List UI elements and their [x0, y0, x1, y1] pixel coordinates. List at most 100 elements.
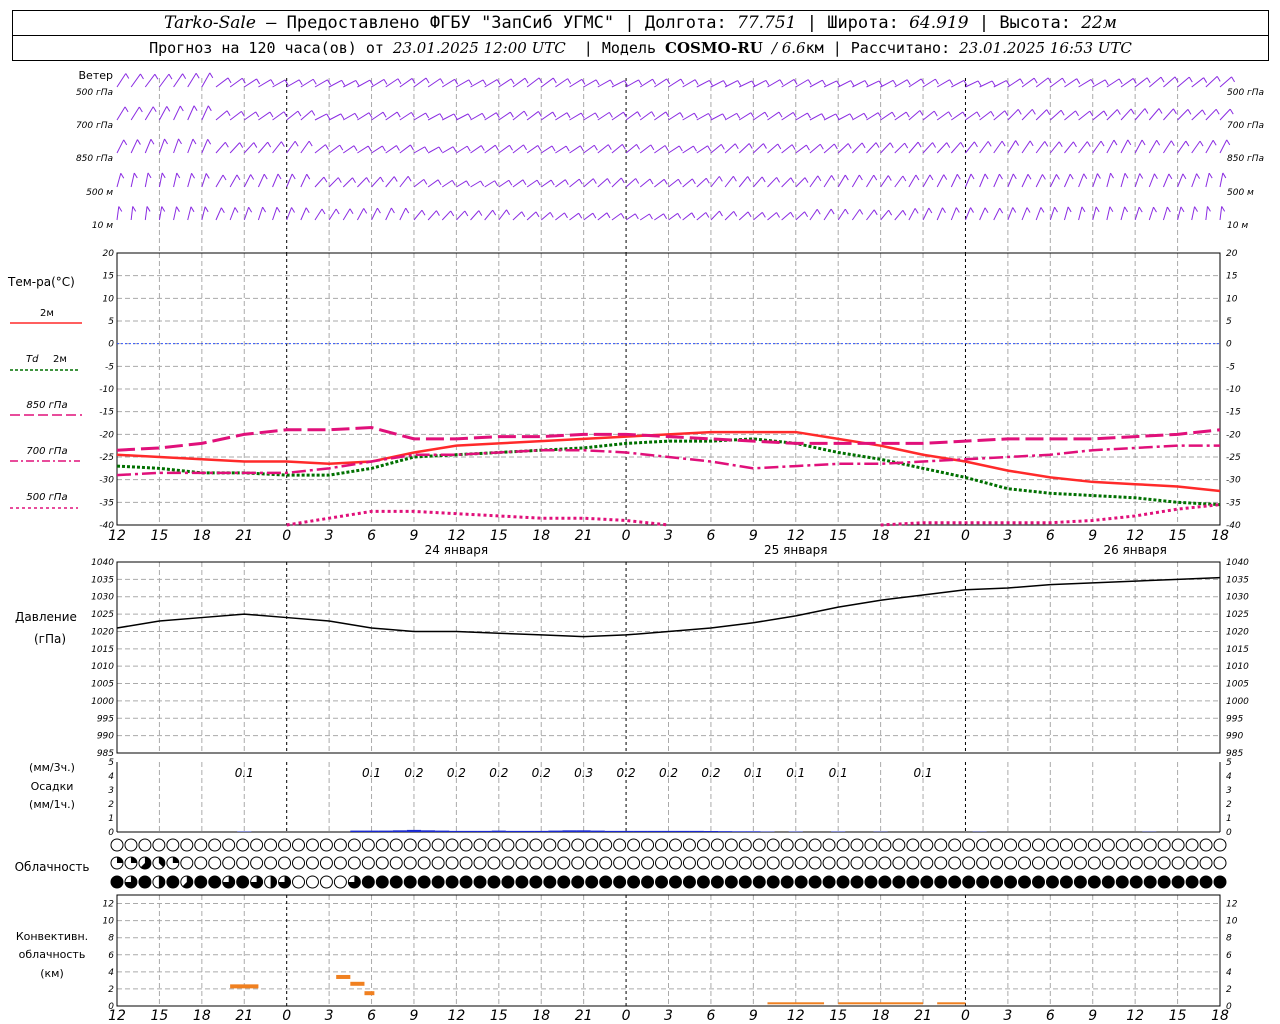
legend-t700-label: 700 гПа — [26, 446, 67, 457]
wind-barb-flag — [902, 210, 907, 216]
conv-ytick-right: 2 — [1226, 985, 1232, 995]
cloud-symbol — [501, 856, 515, 870]
wind-barb — [215, 207, 222, 221]
precip-3h-unit: (мм/3ч.) — [29, 761, 75, 774]
hour-tick-label-bottom: 15 — [1169, 1008, 1187, 1024]
cloud-symbol — [1073, 856, 1087, 870]
wind-barb — [611, 80, 625, 88]
wind-barb — [1063, 206, 1069, 221]
wind-barb — [243, 111, 257, 121]
wind-barb — [753, 111, 766, 121]
wind-barb — [300, 140, 310, 154]
cloud-symbol — [1004, 856, 1018, 870]
cloud-symbol — [1143, 875, 1157, 889]
wind-barb — [979, 141, 989, 154]
wind-barb-flag — [955, 207, 960, 213]
cloud-symbol — [836, 838, 850, 852]
wind-barb — [144, 106, 154, 121]
wind-barbs — [116, 72, 1235, 221]
wind-barb — [724, 112, 738, 121]
cloud-symbol — [794, 838, 808, 852]
cloud-symbol — [487, 838, 501, 852]
wind-barb-flag — [1185, 140, 1190, 147]
cloud-symbol — [361, 838, 375, 852]
precip-bar — [520, 830, 535, 832]
cloud-symbol — [682, 875, 696, 889]
wind-barb-flag — [510, 78, 515, 85]
conv-ytick-right: 10 — [1226, 917, 1238, 927]
wind-barb-flag — [705, 178, 710, 184]
wind-barb-flag — [1118, 78, 1123, 85]
wind-barb — [936, 207, 943, 221]
temp-ytick-left: -20 — [99, 430, 114, 440]
hour-tick-label-bottom: 0 — [282, 1008, 291, 1024]
cloud-symbol — [543, 856, 557, 870]
wind-barb-flag — [549, 212, 554, 218]
cloud-symbol — [1073, 838, 1087, 852]
hour-tick-label: 3 — [664, 528, 673, 544]
hour-tick-label-bottom: 9 — [749, 1008, 758, 1024]
precip-3h-label: 0.1 — [829, 766, 848, 780]
cloud-symbol — [389, 875, 403, 889]
cloud-symbol — [990, 875, 1004, 889]
wind-barb — [173, 206, 177, 221]
wind-barb — [1035, 141, 1046, 154]
wind-barb — [342, 177, 353, 188]
wind-barb-flag — [677, 178, 682, 185]
wind-barb-flag — [919, 110, 924, 116]
wind-barb-flag — [239, 142, 244, 148]
wind-barb — [427, 78, 441, 88]
wind-barb-flag — [905, 111, 910, 118]
wind-barb-flag — [620, 213, 625, 219]
wind-barb-flag — [1104, 79, 1109, 86]
wind-barb-flag — [355, 80, 360, 86]
wind-barb — [413, 112, 426, 121]
wind-barb — [371, 176, 381, 188]
wind-barb — [1049, 141, 1060, 154]
wind-barb — [201, 105, 209, 121]
wind-barb — [639, 178, 651, 188]
wind-barb — [116, 106, 126, 121]
temp-ytick-left: -10 — [99, 385, 114, 395]
hour-tick-label-bottom: 18 — [193, 1008, 211, 1024]
wind-barb-flag — [946, 142, 951, 148]
cloud-symbol — [682, 856, 696, 870]
wind-barb-flag — [450, 210, 455, 217]
cloud-symbol — [208, 875, 222, 889]
temp-ytick-left: 0 — [108, 340, 114, 350]
wind-barb-flag — [297, 110, 302, 117]
wind-barb — [173, 105, 181, 121]
wind-barb-flag — [552, 77, 557, 84]
wind-barb — [498, 78, 512, 88]
cloud-symbol — [557, 838, 571, 852]
precip-bar — [350, 830, 365, 832]
cloud-symbol — [808, 875, 822, 889]
wind-barb-flag — [833, 143, 838, 150]
precip-bar — [703, 831, 718, 832]
wind-barb — [682, 145, 694, 154]
wind-barb-flag — [1075, 110, 1080, 117]
wind-barb — [427, 113, 441, 121]
wind-barb — [116, 206, 120, 221]
cloud-symbol — [976, 856, 990, 870]
wind-barb-flag — [1180, 206, 1185, 213]
wind-barb — [512, 77, 526, 88]
wind-barb — [583, 178, 594, 188]
cloud-symbol — [347, 856, 361, 870]
wind-barb — [1120, 139, 1129, 154]
precip-3h-label: 0.3 — [574, 766, 593, 780]
cloud-symbol — [250, 838, 264, 852]
wind-barb-flag — [1199, 140, 1204, 147]
wind-barb — [894, 209, 904, 221]
wind-barb — [936, 174, 945, 188]
cloud-symbol — [459, 838, 473, 852]
hour-tick-label: 3 — [1003, 528, 1012, 544]
wind-barb-flag — [873, 209, 878, 216]
wind-barb — [583, 112, 596, 121]
wind-barb — [809, 79, 823, 88]
cloud-symbol — [347, 838, 361, 852]
cloud-symbol — [222, 838, 236, 852]
wind-barb-flag — [468, 79, 473, 86]
wind-barb — [1021, 140, 1031, 154]
wind-barb — [908, 174, 917, 188]
